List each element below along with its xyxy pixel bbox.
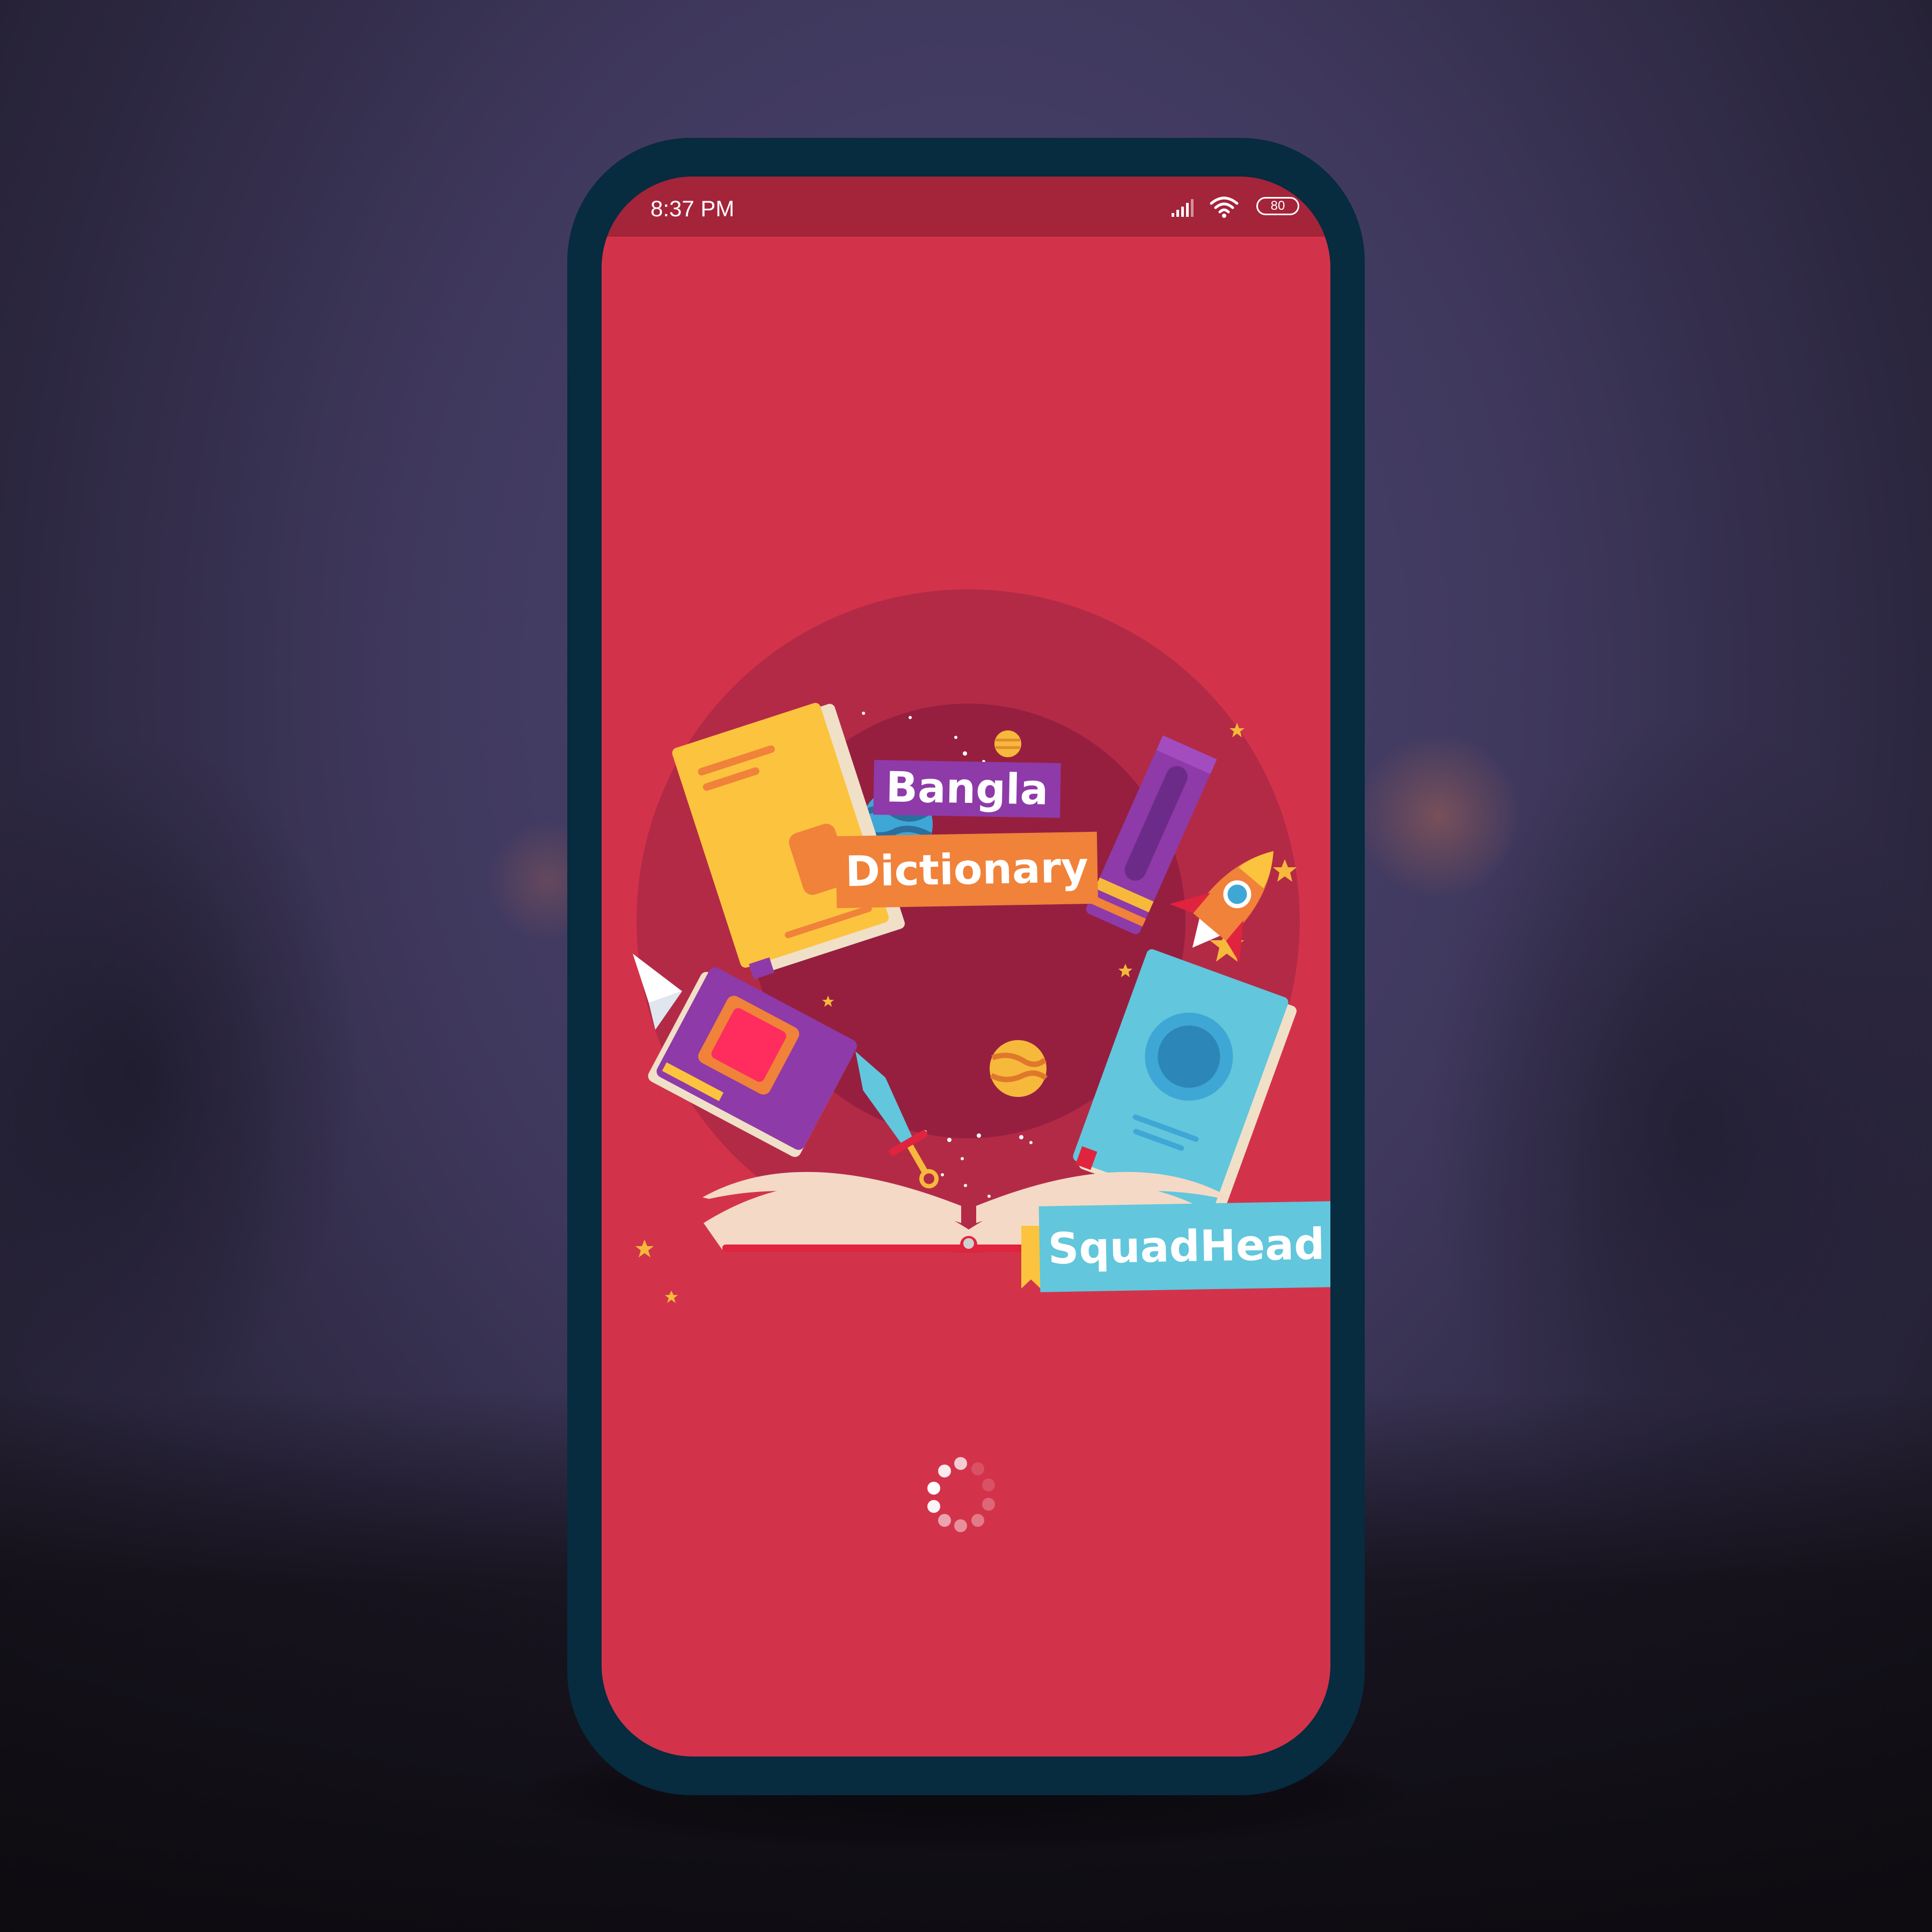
app-screen: 8:37 PM 80 Bangla Dictionary SquadHead — [602, 177, 1330, 1757]
app-title-line1: Bangla — [873, 759, 1061, 818]
loading-spinner-icon — [927, 1457, 995, 1532]
small-orange-planet — [994, 730, 1021, 757]
phone-frame: 8:37 PM 80 Bangla Dictionary SquadHead — [567, 138, 1365, 1795]
orange-planet — [990, 1040, 1048, 1097]
brand-label: SquadHead — [1038, 1201, 1330, 1292]
app-title-line2: Dictionary — [835, 831, 1099, 909]
